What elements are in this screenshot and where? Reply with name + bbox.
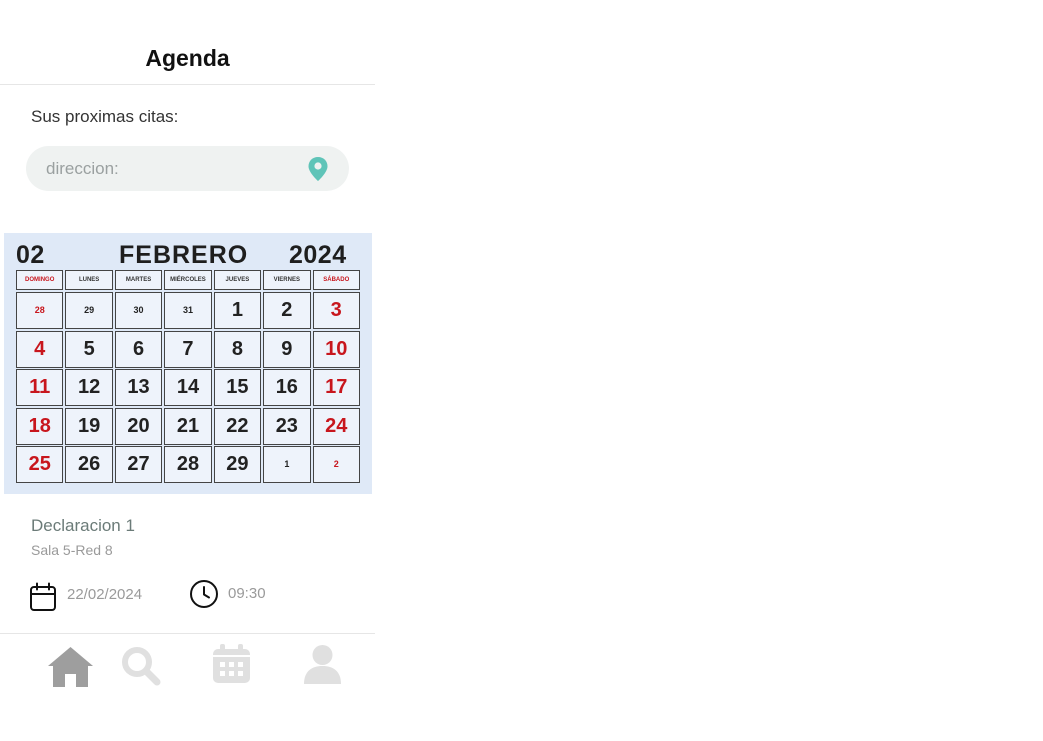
calendar-week: 18 19 20 21 22 23 24 xyxy=(16,407,360,445)
weekday-label: MIÉRCOLES xyxy=(164,270,212,290)
calendar-nav-icon[interactable] xyxy=(212,643,251,684)
agenda-screen: Agenda Sus proximas citas: 02 FEBRERO 20… xyxy=(0,0,375,741)
calendar-day: 24 xyxy=(312,407,360,445)
calendar-day: 26 xyxy=(65,446,113,483)
calendar-week: 4 5 6 7 8 9 10 xyxy=(16,330,360,368)
calendar-day: 25 xyxy=(16,446,64,483)
weekday-label: MARTES xyxy=(114,270,163,290)
address-search xyxy=(26,146,349,191)
calendar-day: 29 xyxy=(213,446,262,483)
location-pin-icon[interactable] xyxy=(307,156,329,182)
calendar-day: 28 xyxy=(16,292,64,329)
calendar-day: 31 xyxy=(164,292,212,329)
calendar-week: 25 26 27 28 29 1 2 xyxy=(16,446,360,483)
search-icon[interactable] xyxy=(120,645,162,687)
weekday-label: JUEVES xyxy=(213,270,262,290)
calendar-day: 7 xyxy=(164,330,212,368)
user-icon[interactable] xyxy=(303,644,342,685)
calendar-day: 22 xyxy=(213,407,262,445)
weekday-label: LUNES xyxy=(65,270,113,290)
calendar-day: 21 xyxy=(164,407,212,445)
calendar-grid: DOMINGO LUNES MARTES MIÉRCOLES JUEVES VI… xyxy=(16,270,360,485)
calendar-day: 1 xyxy=(263,446,311,483)
calendar-day: 3 xyxy=(312,292,360,329)
weekday-label: DOMINGO xyxy=(16,270,64,290)
weekday-label: VIERNES xyxy=(263,270,311,290)
calendar-day: 11 xyxy=(16,369,64,406)
calendar-day: 29 xyxy=(65,292,113,329)
calendar-day: 12 xyxy=(65,369,113,406)
calendar-day: 10 xyxy=(312,330,360,368)
calendar-day: 2 xyxy=(263,292,311,329)
calendar-month-number: 02 xyxy=(16,241,45,269)
appointment-title[interactable]: Declaracion 1 xyxy=(31,516,135,536)
calendar-day: 14 xyxy=(164,369,212,406)
calendar-day: 19 xyxy=(65,407,113,445)
calendar-day: 13 xyxy=(114,369,163,406)
calendar-day: 1 xyxy=(213,292,262,329)
appointment-date: 22/02/2024 xyxy=(67,586,143,603)
calendar-week: 28 29 30 31 1 2 3 xyxy=(16,292,360,329)
calendar-day: 28 xyxy=(164,446,212,483)
weekday-header-row: DOMINGO LUNES MARTES MIÉRCOLES JUEVES VI… xyxy=(16,270,360,290)
calendar-day: 4 xyxy=(16,330,64,368)
upcoming-label: Sus proximas citas: xyxy=(31,107,179,126)
calendar-icon xyxy=(30,582,56,611)
calendar-day: 2 xyxy=(312,446,360,483)
calendar-day: 8 xyxy=(213,330,262,368)
home-icon[interactable] xyxy=(47,646,94,688)
calendar-day: 9 xyxy=(263,330,311,368)
calendar-day: 30 xyxy=(114,292,163,329)
page-title: Agenda xyxy=(145,45,230,71)
calendar-day: 23 xyxy=(263,407,311,445)
appointment-place: Sala 5-Red 8 xyxy=(31,542,113,558)
bottom-nav xyxy=(0,634,375,694)
calendar-day: 6 xyxy=(114,330,163,368)
calendar-week: 11 12 13 14 15 16 17 xyxy=(16,369,360,406)
calendar-image: 02 FEBRERO 2024 DOMINGO LUNES MARTES MIÉ… xyxy=(4,233,372,494)
weekday-label: SÁBADO xyxy=(312,270,360,290)
calendar-day: 15 xyxy=(213,369,262,406)
clock-icon xyxy=(190,580,218,608)
calendar-day: 18 xyxy=(16,407,64,445)
calendar-day: 5 xyxy=(65,330,113,368)
calendar-day: 27 xyxy=(114,446,163,483)
calendar-month-name: FEBRERO xyxy=(119,241,249,269)
calendar-day: 16 xyxy=(263,369,311,406)
calendar-day: 20 xyxy=(114,407,163,445)
address-input[interactable] xyxy=(46,146,306,191)
header: Agenda xyxy=(0,0,375,85)
calendar-year: 2024 xyxy=(289,241,347,269)
calendar-day: 17 xyxy=(312,369,360,406)
appointment-time: 09:30 xyxy=(228,585,266,602)
